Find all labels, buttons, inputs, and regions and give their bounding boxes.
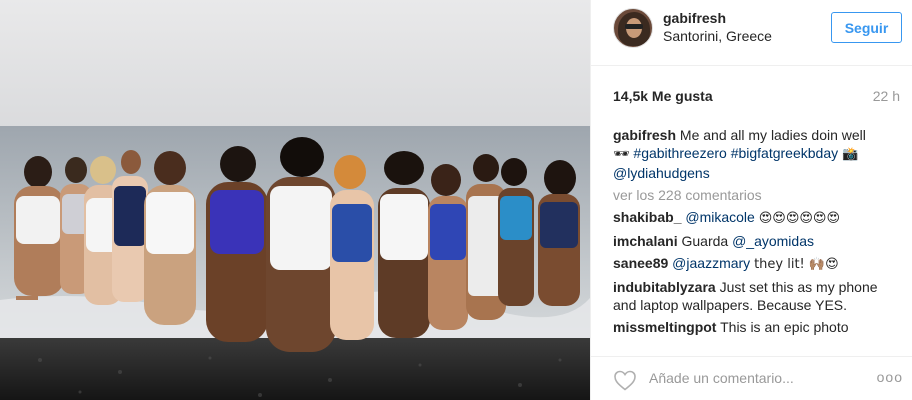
comment-username[interactable]: sanee89: [613, 255, 668, 271]
comment-item: indubitablyzara Just set this as my phon…: [613, 278, 903, 314]
comment-text: This is an epic photo: [720, 319, 849, 335]
likes-count[interactable]: 14,5k Me gusta: [613, 88, 713, 104]
post-photo[interactable]: [0, 0, 590, 400]
view-all-comments-link[interactable]: ver los 228 comentarios: [613, 186, 903, 204]
comment-username[interactable]: imchalani: [613, 233, 678, 249]
heart-icon[interactable]: [613, 369, 637, 391]
comment-username[interactable]: shakibab_: [613, 209, 681, 225]
post-location[interactable]: Santorini, Greece: [663, 28, 772, 44]
comment-item: missmeltingpot This is an epic photo: [613, 318, 903, 336]
post-username[interactable]: gabifresh: [663, 10, 726, 26]
comment-item: sanee89 @jaazzmary they lit! 🙌🏽😍: [613, 254, 903, 274]
add-comment-input[interactable]: Añade un comentario...: [649, 370, 794, 386]
sunglasses-emoji: 🕶: [613, 147, 630, 162]
beach-group-photo: [0, 0, 590, 400]
post-side-panel: gabifresh Santorini, Greece Seguir 14,5k…: [590, 0, 912, 400]
caption-text: Me and all my ladies doin well: [679, 127, 866, 143]
post-footer: Añade un comentario... ooo: [591, 356, 912, 400]
post-header: gabifresh Santorini, Greece Seguir: [591, 0, 912, 66]
avatar-glasses: [625, 24, 643, 29]
comment-username[interactable]: missmeltingpot: [613, 319, 716, 335]
mention-link[interactable]: @mikacole: [685, 209, 754, 225]
hashtag-link[interactable]: #gabithreezero: [633, 145, 726, 161]
comment-username[interactable]: indubitablyzara: [613, 279, 716, 295]
comment-item: imchalani Guarda @_ayomidas: [613, 232, 903, 250]
mention-link[interactable]: @_ayomidas: [732, 233, 814, 249]
caption: gabifresh Me and all my ladies doin well…: [613, 126, 903, 182]
hashtag-link[interactable]: #bigfatgreekbday: [731, 145, 838, 161]
camera-emoji: 📸: [842, 147, 859, 162]
mention-link[interactable]: @lydiahudgens: [613, 165, 710, 181]
avatar[interactable]: [613, 8, 653, 48]
comment-text: 😍😍😍😍😍😍: [758, 211, 841, 226]
caption-username[interactable]: gabifresh: [613, 127, 676, 143]
more-options-icon[interactable]: ooo: [877, 369, 903, 385]
comments-list: gabifresh Me and all my ladies doin well…: [613, 126, 903, 340]
comment-item: shakibab_ @mikacole 😍😍😍😍😍😍: [613, 208, 903, 228]
post-time[interactable]: 22 h: [873, 88, 900, 104]
instagram-post: gabifresh Santorini, Greece Seguir 14,5k…: [0, 0, 912, 400]
comment-text: they lit! 🙌🏽😍: [754, 257, 839, 272]
follow-button[interactable]: Seguir: [831, 12, 902, 43]
mention-link[interactable]: @jaazzmary: [672, 255, 750, 271]
comment-text: Guarda: [681, 233, 729, 249]
